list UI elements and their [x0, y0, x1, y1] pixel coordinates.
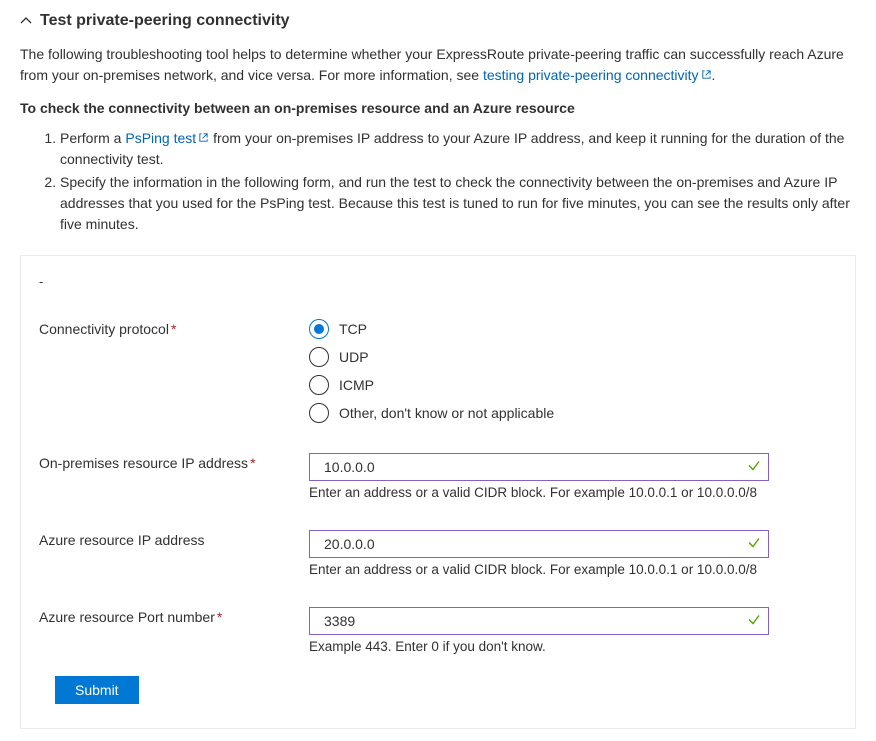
azure-port-label: Azure resource Port number*: [39, 607, 309, 625]
radio-icon: [309, 375, 329, 395]
step-list: Perform a PsPing test from your on-premi…: [20, 128, 856, 235]
intro-text: The following troubleshooting tool helps…: [20, 44, 856, 86]
step-item: Perform a PsPing test from your on-premi…: [60, 128, 856, 170]
azure-port-row: Azure resource Port number* Example 443.…: [39, 607, 837, 654]
required-asterisk: *: [217, 609, 222, 625]
radio-option-other[interactable]: Other, don't know or not applicable: [309, 403, 769, 423]
radio-label: ICMP: [339, 377, 374, 393]
onprem-ip-control: Enter an address or a valid CIDR block. …: [309, 453, 769, 500]
azure-ip-input[interactable]: [309, 530, 769, 558]
radio-label: UDP: [339, 349, 369, 365]
intro-after: .: [712, 67, 716, 83]
section-header[interactable]: Test private-peering connectivity: [20, 12, 856, 30]
subheading: To check the connectivity between an on-…: [20, 100, 856, 116]
step1-before: Perform a: [60, 130, 125, 146]
azure-ip-row: Azure resource IP address Enter an addre…: [39, 530, 837, 577]
step-item: Specify the information in the following…: [60, 172, 856, 235]
radio-option-udp[interactable]: UDP: [309, 347, 769, 367]
onprem-ip-hint: Enter an address or a valid CIDR block. …: [309, 485, 769, 500]
azure-port-hint: Example 443. Enter 0 if you don't know.: [309, 639, 769, 654]
chevron-up-icon: [20, 15, 32, 27]
psping-link[interactable]: PsPing test: [125, 130, 209, 146]
azure-port-control: Example 443. Enter 0 if you don't know.: [309, 607, 769, 654]
intro-link[interactable]: testing private-peering connectivity: [483, 67, 712, 83]
radio-label: Other, don't know or not applicable: [339, 405, 554, 421]
onprem-ip-label: On-premises resource IP address*: [39, 453, 309, 471]
azure-ip-hint: Enter an address or a valid CIDR block. …: [309, 562, 769, 577]
onprem-ip-row: On-premises resource IP address* Enter a…: [39, 453, 837, 500]
external-link-icon: [198, 128, 209, 149]
radio-option-tcp[interactable]: TCP: [309, 319, 769, 339]
radio-icon: [309, 319, 329, 339]
protocol-label: Connectivity protocol*: [39, 319, 309, 337]
radio-option-icmp[interactable]: ICMP: [309, 375, 769, 395]
onprem-ip-input[interactable]: [309, 453, 769, 481]
intro-before: The following troubleshooting tool helps…: [20, 46, 844, 83]
form-panel: - Connectivity protocol* TCP UDP ICMP Ot…: [20, 255, 856, 729]
protocol-row: Connectivity protocol* TCP UDP ICMP Othe…: [39, 319, 837, 423]
protocol-radio-group: TCP UDP ICMP Other, don't know or not ap…: [309, 319, 769, 423]
external-link-icon: [701, 65, 712, 86]
radio-icon: [309, 347, 329, 367]
collapse-toggle[interactable]: -: [39, 274, 837, 289]
azure-ip-label: Azure resource IP address: [39, 530, 309, 548]
required-asterisk: *: [250, 455, 255, 471]
azure-port-input[interactable]: [309, 607, 769, 635]
radio-label: TCP: [339, 321, 367, 337]
required-asterisk: *: [171, 321, 176, 337]
radio-icon: [309, 403, 329, 423]
submit-button[interactable]: Submit: [55, 676, 139, 704]
azure-ip-control: Enter an address or a valid CIDR block. …: [309, 530, 769, 577]
section-title: Test private-peering connectivity: [40, 12, 290, 30]
